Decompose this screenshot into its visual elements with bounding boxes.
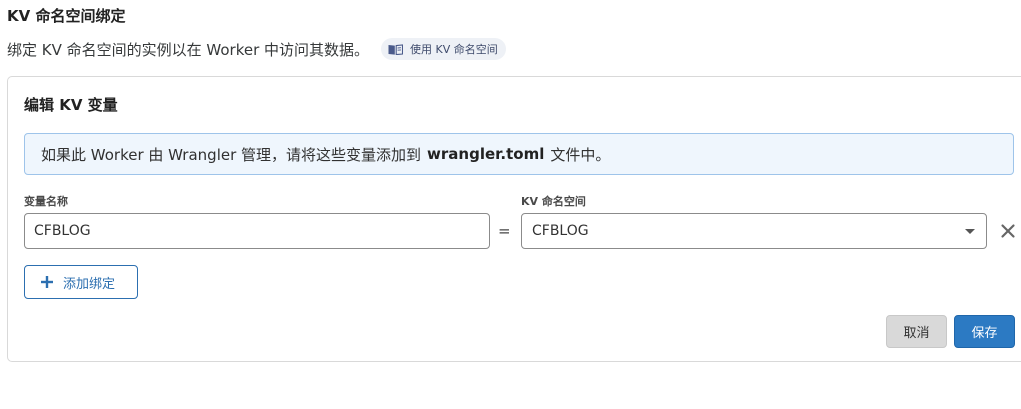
description-text: 绑定 KV 命名空间的实例以在 Worker 中访问其数据。 (7, 40, 370, 59)
wrangler-info-banner: 如果此 Worker 由 Wrangler 管理，请将这些变量添加到 wrang… (24, 133, 1014, 175)
page-title: KV 命名空间绑定 (7, 7, 126, 25)
caret-down-icon (965, 229, 975, 234)
plus-icon (41, 276, 53, 288)
kv-namespace-selected: CFBLOG (532, 223, 589, 239)
banner-filename: wrangler.toml (427, 145, 545, 163)
page-description: 绑定 KV 命名空间的实例以在 Worker 中访问其数据。 使用 KV 命名空… (7, 38, 506, 60)
kv-namespace-label: KV 命名空间 (521, 195, 586, 208)
variable-name-label: 变量名称 (24, 195, 68, 208)
add-binding-label: 添加绑定 (63, 276, 116, 292)
card-title: 编辑 KV 变量 (24, 96, 118, 114)
equals-sign: = (498, 222, 511, 240)
cancel-button[interactable]: 取消 (886, 315, 947, 348)
save-button[interactable]: 保存 (954, 315, 1015, 348)
doc-link-label: 使用 KV 命名空间 (410, 43, 498, 56)
kv-docs-link[interactable]: 使用 KV 命名空间 (381, 38, 506, 60)
banner-prefix: 如果此 Worker 由 Wrangler 管理，请将这些变量添加到 (41, 145, 422, 164)
kv-namespace-select[interactable]: CFBLOG (521, 213, 987, 249)
remove-binding-button[interactable] (998, 221, 1018, 241)
close-icon (1001, 224, 1015, 238)
add-binding-button[interactable]: 添加绑定 (24, 265, 138, 299)
variable-name-input[interactable] (24, 213, 490, 249)
edit-kv-card: 编辑 KV 变量 如果此 Worker 由 Wrangler 管理，请将这些变量… (7, 76, 1021, 362)
banner-suffix: 文件中。 (550, 145, 611, 164)
book-icon (388, 43, 404, 55)
